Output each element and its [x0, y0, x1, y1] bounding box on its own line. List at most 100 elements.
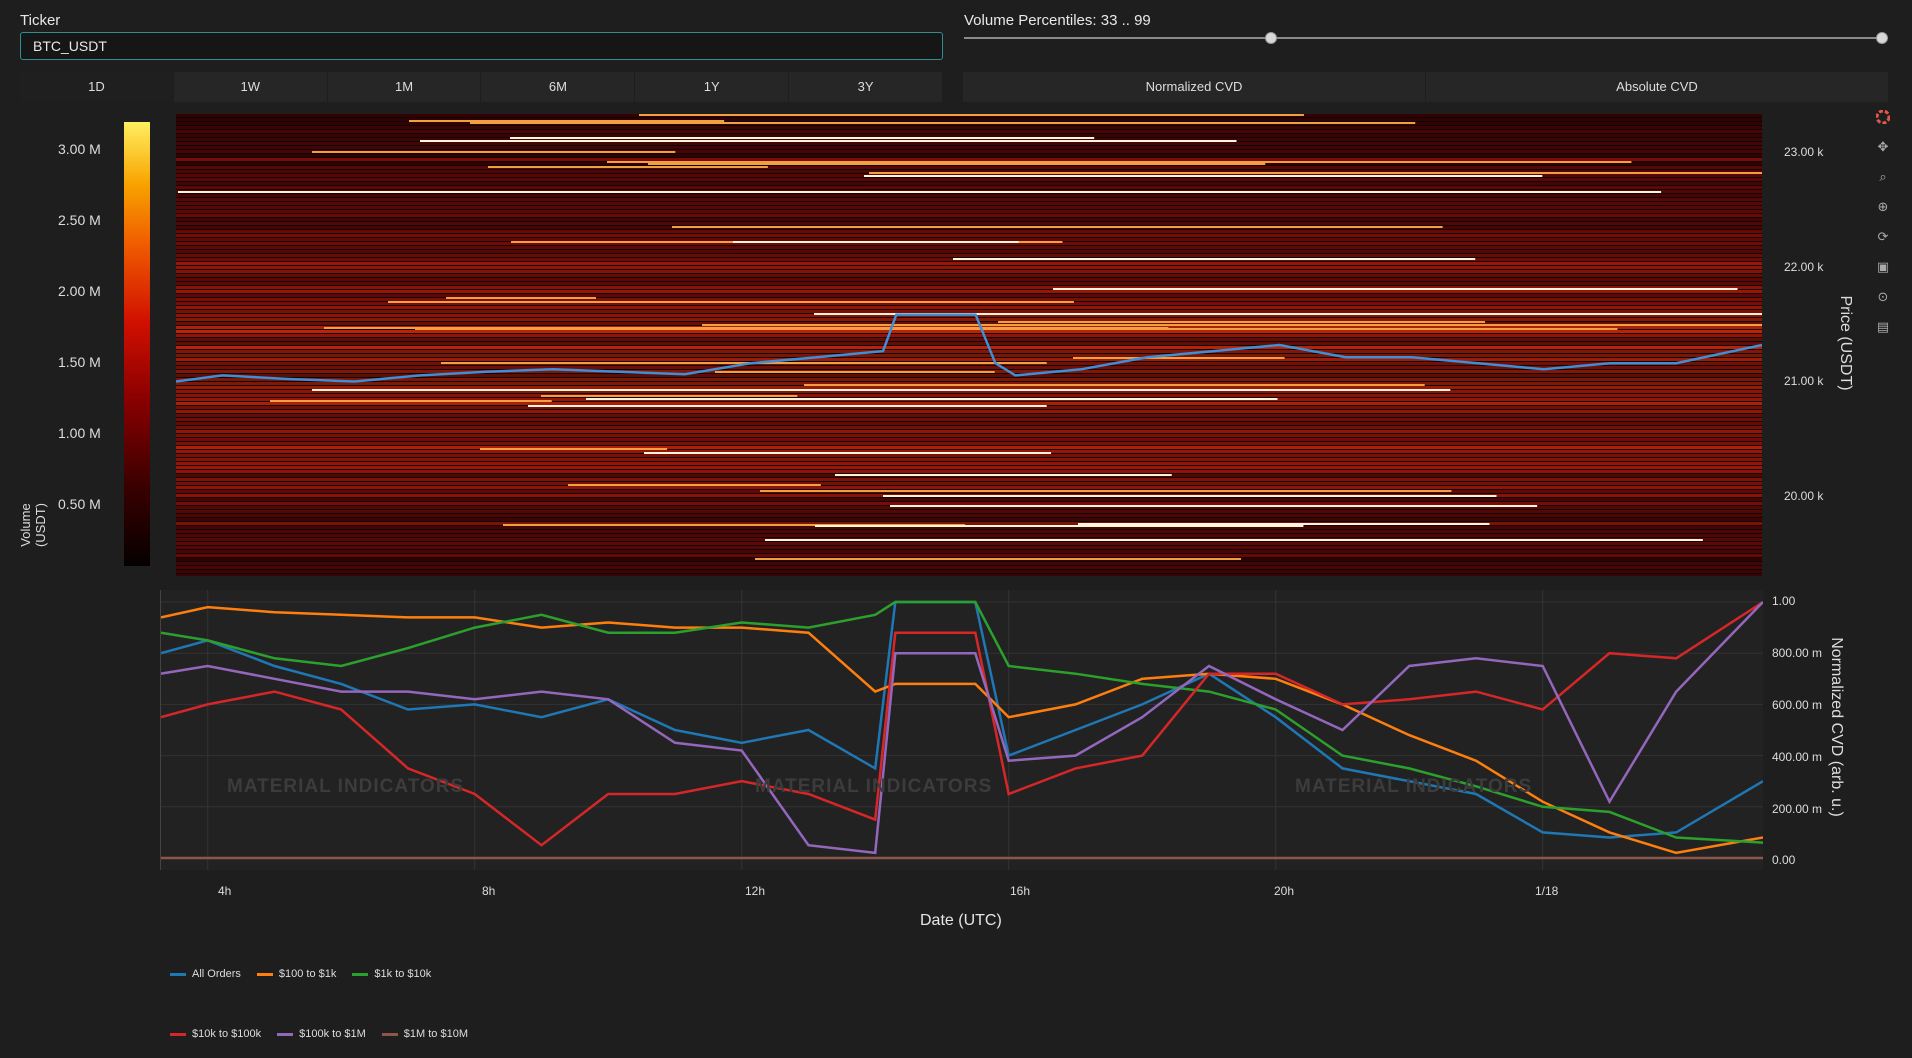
heatmap-level-line — [312, 389, 1451, 391]
price-tick: 22.00 k — [1784, 260, 1824, 274]
heatmap-band — [176, 522, 1762, 525]
cvd-tick: 1.00 — [1772, 594, 1796, 608]
x-tick: 1/18 — [1535, 884, 1559, 898]
heatmap-level-line — [415, 328, 1618, 330]
heatmap-band — [176, 358, 1762, 361]
heatmap-band — [176, 222, 1762, 225]
heatmap-band — [176, 182, 1762, 185]
heatmap-band — [176, 338, 1762, 341]
plotly-logo-icon[interactable] — [1874, 108, 1892, 126]
legend-10k-100k[interactable]: $10k to $100k — [170, 1028, 261, 1040]
heatmap-level-line — [607, 161, 1632, 163]
heatmap-band — [176, 278, 1762, 281]
normalized-cvd-button[interactable]: Normalized CVD — [963, 72, 1426, 102]
heatmap-band — [176, 378, 1762, 381]
x-axis-title: Date (UTC) — [920, 912, 1002, 929]
ticker-input[interactable]: BTC_USDT — [20, 32, 943, 60]
colorbar-tick: 2.00 M — [58, 283, 101, 299]
heatmap-svg — [176, 114, 1762, 576]
legend-swatch — [170, 972, 186, 976]
heatmap-band — [176, 218, 1762, 221]
heatmap-band — [176, 514, 1762, 517]
heatmap-band — [176, 294, 1762, 297]
chart-toolbar: ✥ ⌕ ⊕ ⟳ ▣ ⊙ ▤ — [1874, 108, 1892, 336]
heatmap-band — [176, 274, 1762, 277]
heatmap-band — [176, 566, 1762, 569]
heatmap-band — [176, 194, 1762, 197]
heatmap-band — [176, 446, 1762, 449]
heatmap-level-line — [639, 114, 1304, 116]
heatmap-band — [176, 318, 1762, 321]
heatmap-band — [176, 430, 1762, 433]
cvd-chart[interactable] — [160, 590, 1764, 870]
legend-1k-10k[interactable]: $1k to $10k — [352, 968, 431, 980]
heatmap-band — [176, 246, 1762, 249]
heatmap-level-line — [672, 226, 1443, 228]
colorbar-tick: 1.00 M — [58, 425, 101, 441]
heatmap-level-line — [470, 122, 1416, 124]
legend-row-2: $10k to $100k $100k to $1M $1M to $10M — [170, 1028, 468, 1040]
cvd-series-line — [160, 600, 1764, 839]
range-6m-button[interactable]: 6M — [481, 72, 636, 102]
heatmap-band — [176, 550, 1762, 553]
crosshair-icon[interactable]: ⊙ — [1874, 288, 1892, 306]
cvd-tick: 400.00 m — [1772, 750, 1823, 764]
price-axis-title: Price (USDT) — [1837, 295, 1854, 391]
comment-icon[interactable]: ▤ — [1874, 318, 1892, 336]
heatmap-level-line — [409, 120, 725, 122]
heatmap-band — [176, 202, 1762, 205]
heatmap-level-line — [815, 525, 1304, 527]
legend-swatch — [381, 1032, 398, 1036]
heatmap-level-line — [804, 384, 1425, 386]
heatmap-band — [176, 130, 1762, 133]
heatmap-band — [176, 330, 1762, 333]
range-1w-button[interactable]: 1W — [173, 72, 328, 102]
heatmap-band — [176, 350, 1762, 353]
heatmap-band — [176, 238, 1762, 241]
zoom-icon[interactable]: ⌕ — [1874, 168, 1892, 186]
heatmap-level-line — [420, 140, 1237, 142]
heatmap-level-line — [644, 452, 1052, 454]
colorbar-tick: 2.50 M — [58, 212, 101, 228]
absolute-cvd-button[interactable]: Absolute CVD — [1426, 72, 1889, 102]
range-1y-button[interactable]: 1Y — [635, 72, 790, 102]
heatmap-band — [176, 554, 1762, 557]
heatmap-band — [176, 414, 1762, 417]
legend-100-1k[interactable]: $100 to $1k — [256, 968, 336, 980]
reset-icon[interactable]: ⟳ — [1874, 228, 1892, 246]
heatmap-band — [176, 402, 1762, 405]
heatmap-band — [176, 126, 1762, 129]
volume-percentile-high-handle[interactable] — [1876, 32, 1888, 44]
range-3y-button[interactable]: 3Y — [789, 72, 943, 102]
heatmap-level-line — [765, 539, 1703, 541]
heatmap-band — [176, 466, 1762, 469]
heatmap-band — [176, 502, 1762, 505]
legend-100k-1m[interactable]: $100k to $1M — [277, 1028, 366, 1040]
colorbar-tick: 1.50 M — [58, 354, 101, 370]
heatmap-level-line — [270, 400, 552, 402]
heatmap-band — [176, 214, 1762, 217]
volume-colorbar — [124, 122, 150, 566]
heatmap-band — [176, 530, 1762, 533]
save-icon[interactable]: ▣ — [1874, 258, 1892, 276]
heatmap-level-line — [702, 324, 1762, 326]
zoom-in-out-icon[interactable]: ⊕ — [1874, 198, 1892, 216]
volume-percentile-slider-track[interactable] — [964, 37, 1885, 39]
pan-icon[interactable]: ✥ — [1874, 138, 1892, 156]
volume-percentile-low-handle[interactable] — [1265, 32, 1277, 44]
range-1d-button[interactable]: 1D — [20, 72, 174, 102]
x-tick: 4h — [218, 884, 232, 898]
heatmap-band — [176, 154, 1762, 157]
legend-swatch — [277, 1032, 294, 1036]
range-1m-button[interactable]: 1M — [327, 72, 482, 102]
price-tick: 20.00 k — [1784, 489, 1824, 503]
heatmap-band — [176, 386, 1762, 389]
cvd-series-line — [160, 600, 1764, 847]
orderbook-heatmap[interactable] — [176, 114, 1762, 576]
legend-1m-10m[interactable]: $1M to $10M — [381, 1028, 468, 1040]
cvd-tick: 200.00 m — [1772, 802, 1823, 816]
heatmap-level-line — [733, 241, 1019, 243]
heatmap-band — [176, 142, 1762, 145]
legend-all-orders[interactable]: All Orders — [170, 968, 241, 980]
heatmap-band — [176, 166, 1762, 169]
